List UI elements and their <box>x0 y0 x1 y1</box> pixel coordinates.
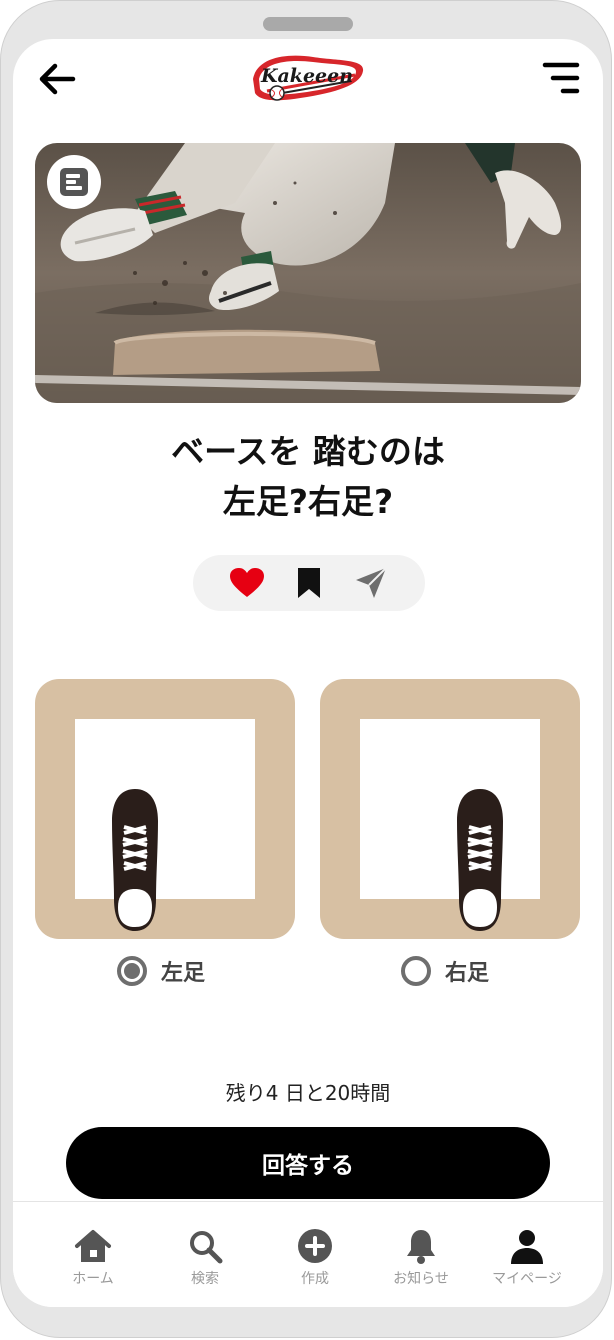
nav-search[interactable]: 検索 <box>150 1226 260 1292</box>
bookmark-button[interactable] <box>289 563 329 603</box>
nav-mypage[interactable]: マイページ <box>472 1226 582 1292</box>
nav-mypage-label: マイページ <box>492 1271 562 1287</box>
like-button[interactable] <box>227 563 267 603</box>
heart-icon <box>230 568 264 597</box>
remaining-time: 残り4 日と20時間 <box>225 1081 391 1105</box>
base-area <box>360 719 540 899</box>
logo-text: Kakeeen <box>260 65 353 87</box>
right-shoe-icon <box>457 789 503 931</box>
logo-badge-icon: Kakeeen <box>253 55 364 101</box>
question-title: ベースを 踏むのは 左足?右足? <box>33 427 583 527</box>
bell-icon <box>407 1230 435 1264</box>
base-area <box>75 719 255 899</box>
option-right-radio[interactable]: 右足 <box>401 953 489 989</box>
action-bar <box>193 555 425 611</box>
phone-speaker <box>263 17 353 31</box>
menu-lines-icon <box>542 62 580 94</box>
nav-create-label: 作成 <box>301 1271 329 1287</box>
nav-home-label: ホーム <box>72 1271 114 1287</box>
bookmark-icon <box>298 568 320 598</box>
app-logo[interactable]: Kakeeen <box>247 49 369 109</box>
radio-unselected-icon[interactable] <box>401 956 431 986</box>
share-button[interactable] <box>351 563 391 603</box>
baseball-slide-photo <box>35 143 581 403</box>
option-card-right[interactable] <box>320 679 580 939</box>
question-line-2: 左足?右足? <box>222 482 394 521</box>
hero-image <box>35 143 581 403</box>
nav-notifications-label: お知らせ <box>393 1271 449 1287</box>
nav-notifications[interactable]: お知らせ <box>366 1226 476 1292</box>
poll-icon <box>60 168 88 196</box>
option-right-label: 右足 <box>445 961 490 986</box>
send-icon <box>356 567 387 598</box>
back-button[interactable] <box>37 61 77 97</box>
home-icon <box>75 1230 111 1262</box>
nav-home[interactable]: ホーム <box>38 1226 148 1292</box>
bottom-nav: ホーム 検索 作成 お知らせ マイページ <box>13 1201 603 1307</box>
arrow-left-icon <box>39 63 76 95</box>
phone-frame: Kakeeen ベースを 踏むのは 左足?右足? 左足 右足 残り4 日と20時… <box>0 0 612 1338</box>
nav-create[interactable]: 作成 <box>260 1226 370 1292</box>
left-shoe-icon <box>112 789 158 931</box>
nav-search-label: 検索 <box>191 1271 219 1287</box>
poll-badge[interactable] <box>47 155 101 209</box>
menu-button[interactable] <box>539 59 583 99</box>
question-line-1: ベースを 踏むのは <box>171 432 445 471</box>
app-screen: Kakeeen ベースを 踏むのは 左足?右足? 左足 右足 残り4 日と20時… <box>13 39 603 1307</box>
option-card-left[interactable] <box>35 679 295 939</box>
search-icon <box>190 1231 223 1264</box>
plus-circle-icon <box>298 1229 332 1263</box>
user-icon <box>511 1230 543 1264</box>
option-left-radio[interactable]: 左足 <box>117 953 205 989</box>
option-left-label: 左足 <box>161 961 206 986</box>
answer-button[interactable]: 回答する <box>66 1127 550 1199</box>
radio-selected-icon[interactable] <box>117 956 147 986</box>
